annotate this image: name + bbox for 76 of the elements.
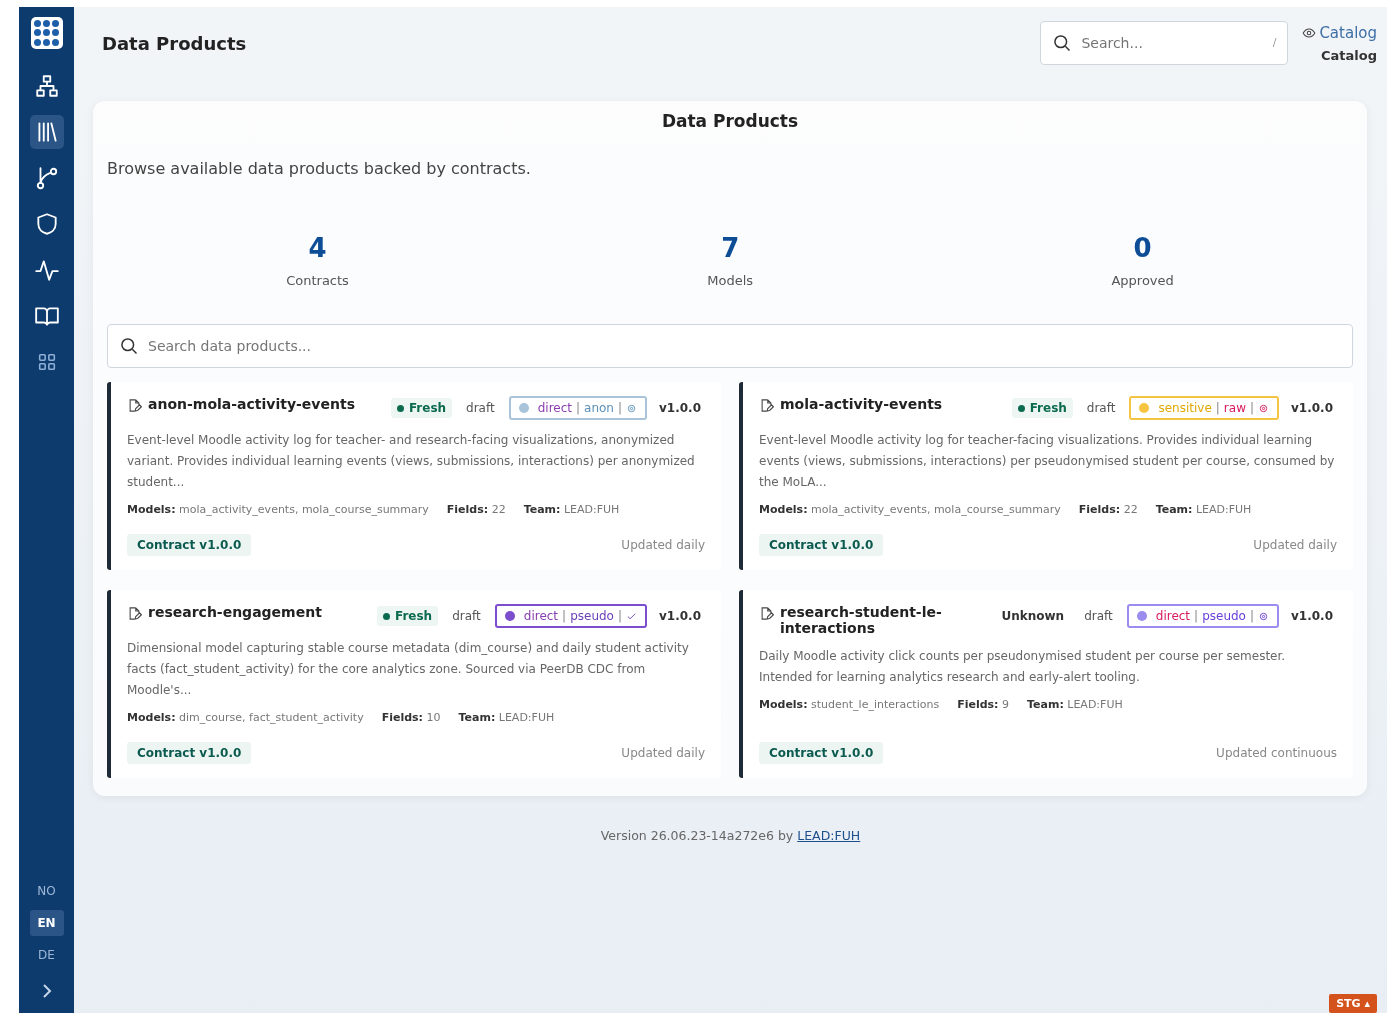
search-icon — [119, 336, 139, 356]
stat-value: 4 — [308, 233, 327, 263]
search-field[interactable]: Search data products... — [107, 324, 1353, 368]
contract-badge[interactable]: Contract v1.0.0 — [759, 534, 884, 556]
version-label: v1.0.0 — [658, 401, 702, 415]
stat-value: 7 — [721, 233, 740, 263]
panel-subtitle: Browse available data products backed by contracts. — [107, 159, 532, 178]
freshness-label: Fresh — [390, 398, 453, 418]
meta-text: Models: dim_course, fact_student_activity — [127, 711, 364, 724]
library-icon[interactable] — [29, 115, 64, 149]
shortcut-hint: / — [1272, 36, 1277, 49]
document-edit-icon — [759, 606, 774, 621]
eye-icon — [1302, 25, 1317, 40]
meta-text: Team: LEAD:FUH — [1155, 503, 1252, 516]
product-name: anon-mola-activity-events — [148, 396, 355, 412]
meta-text: Fields: 22 — [1078, 503, 1138, 516]
freshness-label: Fresh — [376, 606, 439, 626]
product-name: mola-activity-events — [780, 396, 943, 412]
product-name: research-engagement — [148, 604, 322, 620]
meta-text: Fields: 10 — [381, 711, 441, 724]
version-text: Version 26.06.23-14a272e6 by LEAD:FUH — [599, 828, 862, 843]
document-edit-icon — [127, 398, 142, 413]
stat-label: Contracts — [286, 273, 349, 288]
classification-badge: direct | anon | — [508, 396, 647, 420]
meta-text: Fields: 22 — [446, 503, 506, 516]
product-description: Event-level Moodle activity log for teacher- and research-facing visualizations, anonymized variant. Provides individual learning events (views, submissions, interactions) per anonymized student... — [127, 432, 696, 491]
contract-badge[interactable]: Contract v1.0.0 — [127, 534, 252, 556]
freshness-label: Unknown — [1000, 608, 1066, 625]
catalog-link[interactable]: Catalog — [1302, 23, 1377, 42]
meta-text: Team: LEAD:FUH — [523, 503, 620, 516]
environment-badge[interactable]: STG ▴ — [1329, 994, 1377, 1013]
product-card[interactable] — [107, 382, 721, 570]
panel-title: Data Products — [660, 111, 800, 131]
freshness-label: Fresh — [1011, 398, 1073, 418]
language-option[interactable]: NO — [29, 878, 64, 904]
product-description: Daily Moodle activity click counts per pseudonymised student per course per semester. Intended for learning analytics research and early-alert tooling. — [759, 648, 1287, 686]
meta-text: Team: LEAD:FUH — [458, 711, 555, 724]
meta-text: Team: LEAD:FUH — [1027, 698, 1123, 711]
contract-badge[interactable]: Contract v1.0.0 — [127, 742, 252, 764]
meta-text: Models: student_le_interactions — [759, 698, 940, 711]
update-frequency: Updated continuous — [1216, 746, 1337, 760]
document-edit-icon — [127, 606, 142, 621]
product-card[interactable] — [739, 590, 1353, 778]
contract-badge[interactable]: Contract v1.0.0 — [759, 742, 884, 764]
update-frequency: Updated daily — [621, 746, 705, 760]
meta-text: Models: mola_activity_events, mola_course_summary — [759, 503, 1061, 516]
status-label: draft — [465, 401, 496, 415]
product-card[interactable] — [739, 382, 1353, 570]
app-logo-icon[interactable] — [30, 17, 63, 49]
version-label: v1.0.0 — [1290, 401, 1334, 415]
stat-label: Approved — [1111, 273, 1174, 288]
language-option[interactable]: EN — [29, 910, 64, 936]
product-description: Event-level Moodle activity log for teacher-facing visualizations. Provides individual learning events (views, submissions, interactions) per pseudonymised student per course, consumed by the MoLA... — [759, 432, 1336, 491]
classification-badge: sensitive | raw | — [1129, 396, 1279, 420]
stat-label: Models — [707, 273, 754, 288]
product-description: Dimensional model capturing stable course metadata (dim_course) and daily student activity facts (fact_student_activity) for the core analytics zone. Sourced via PeerDB CDC from Moodle's... — [127, 640, 690, 699]
product-name: research-student-le-interactions — [780, 604, 943, 636]
search-icon — [1052, 33, 1073, 53]
classification-badge: direct | pseudo | — [1126, 604, 1279, 628]
classification-badge: direct | pseudo | — [494, 604, 647, 628]
status-label: draft — [451, 609, 482, 623]
version-label: v1.0.0 — [658, 609, 702, 623]
product-card[interactable] — [107, 590, 721, 778]
meta-text: Models: mola_activity_events, mola_course_summary — [127, 503, 429, 516]
stat-value: 0 — [1133, 233, 1152, 263]
version-label: v1.0.0 — [1290, 609, 1334, 623]
view-label: Catalog — [1321, 47, 1377, 63]
status-label: draft — [1085, 401, 1117, 415]
page-title: Data Products — [102, 32, 248, 54]
language-option[interactable]: DE — [29, 942, 64, 968]
team-link[interactable]: LEAD:FUH — [797, 828, 861, 843]
update-frequency: Updated daily — [621, 538, 705, 552]
update-frequency: Updated daily — [1253, 538, 1337, 552]
meta-text: Fields: 9 — [957, 698, 1009, 711]
document-edit-icon — [759, 398, 774, 413]
status-label: draft — [1083, 609, 1114, 623]
